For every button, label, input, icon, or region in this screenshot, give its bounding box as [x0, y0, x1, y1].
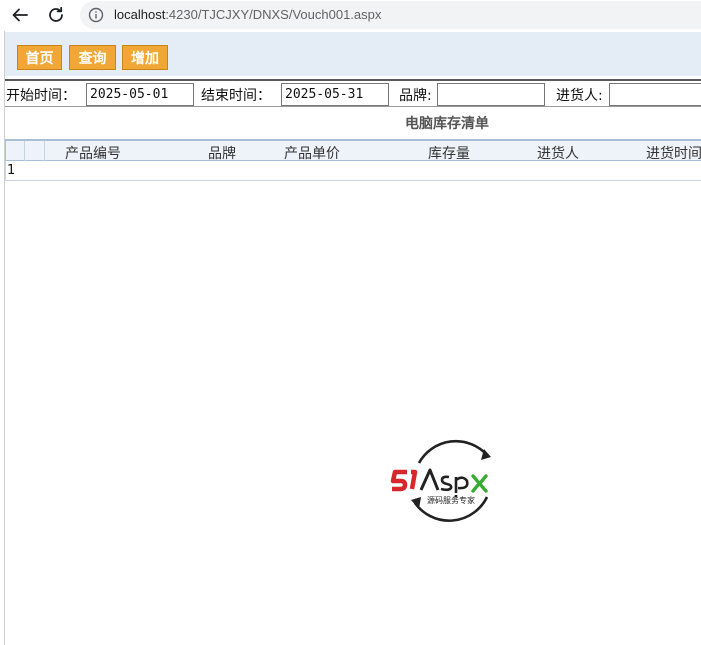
- brand-label: 品牌:: [399, 88, 432, 104]
- column-header-buyer: 进货人: [537, 146, 579, 162]
- buyer-input[interactable]: [609, 83, 701, 106]
- filter-bar: 开始时间： 结束时间： 品牌: 进货人:: [5, 79, 701, 107]
- 51aspx-logo: 源码服务专家: [390, 439, 491, 522]
- header-separator: [24, 141, 25, 161]
- list-title: 电脑库存清单: [405, 116, 489, 132]
- inventory-table: 产品编号 品牌 产品单价 库存量 进货人 进货时间 1: [5, 139, 701, 181]
- address-bar[interactable]: localhost:4230/TJCJXY/DNXS/Vouch001.aspx: [80, 1, 701, 29]
- browser-toolbar: localhost:4230/TJCJXY/DNXS/Vouch001.aspx: [0, 0, 701, 30]
- column-header-brand: 品牌: [208, 146, 236, 162]
- add-button[interactable]: 增加: [122, 45, 168, 70]
- back-arrow-icon[interactable]: [9, 5, 31, 25]
- brand-input[interactable]: [437, 83, 545, 106]
- home-button[interactable]: 首页: [17, 45, 62, 70]
- site-info-icon[interactable]: [88, 7, 104, 23]
- column-header-unit-price: 产品单价: [284, 146, 340, 162]
- column-header-product-code: 产品编号: [65, 146, 121, 162]
- start-time-label: 开始时间：: [6, 88, 76, 104]
- table-header: 产品编号 品牌 产品单价 库存量 进货人 进货时间: [5, 139, 701, 162]
- end-time-label: 结束时间：: [201, 88, 271, 104]
- query-button[interactable]: 查询: [69, 45, 116, 70]
- column-header-stock: 库存量: [428, 146, 470, 162]
- end-time-input[interactable]: [281, 83, 389, 106]
- url-host: localhost: [114, 7, 166, 22]
- action-toolbar: 首页 查询 增加: [5, 32, 701, 76]
- reload-icon[interactable]: [45, 5, 67, 25]
- column-header-purchase-time: 进货时间: [646, 146, 701, 162]
- table-row[interactable]: 1: [5, 161, 701, 181]
- url-path: :4230/TJCJXY/DNXS/Vouch001.aspx: [165, 7, 382, 22]
- start-time-input[interactable]: [86, 83, 194, 106]
- row-index: 1: [7, 163, 16, 178]
- header-separator: [44, 141, 45, 161]
- buyer-label: 进货人:: [556, 88, 603, 104]
- svg-text:源码服务专家: 源码服务专家: [427, 495, 475, 505]
- url-text: localhost:4230/TJCJXY/DNXS/Vouch001.aspx: [114, 7, 381, 22]
- page-content: 首页 查询 增加 开始时间： 结束时间： 品牌: 进货人: 电脑库存清单 产品编…: [4, 31, 701, 645]
